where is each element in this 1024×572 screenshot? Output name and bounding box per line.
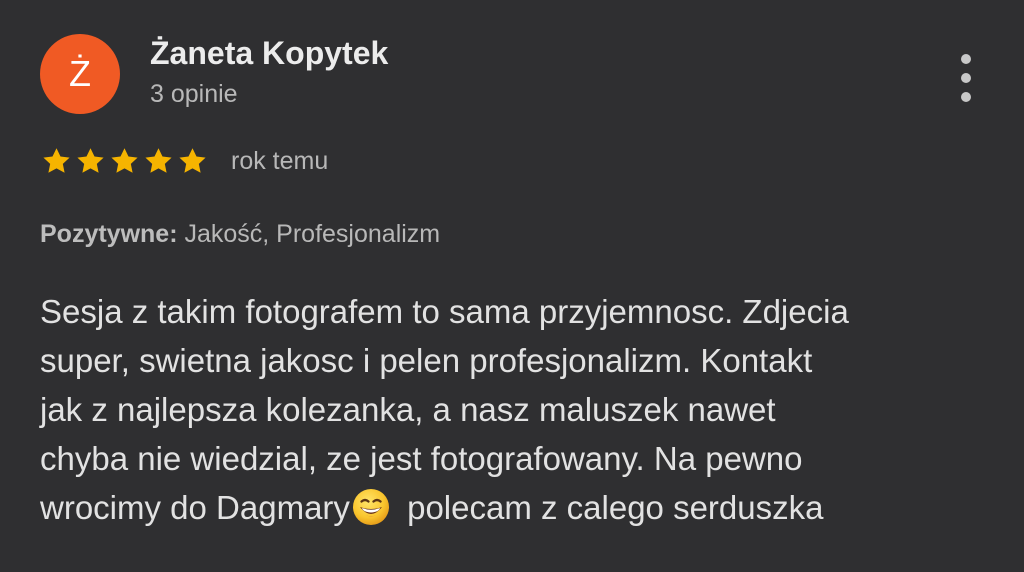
review-text: Sesja z takim fotografem to sama przyjem… [40,287,1000,532]
star-rating [40,145,209,178]
more-vertical-icon[interactable] [948,54,984,102]
star-icon [111,147,138,173]
review-time: rok temu [231,146,329,175]
review-text-line-3: jak z najlepsza kolezanka, a nasz malusz… [40,391,776,428]
menu-dot-middle [961,73,971,83]
avatar[interactable]: Ż [40,34,120,114]
positive-aspects: Pozytywne: Jakość, Profesjonalizm [40,219,440,249]
review-text-line-5-end: polecam z calego serduszka [397,489,824,526]
star-icon [43,147,70,173]
review-text-line-2: super, swietna jakosc i pelen profesjona… [40,342,813,379]
positive-values: Jakość, Profesjonalizm [177,220,441,248]
author-name[interactable]: Żaneta Kopytek [150,34,388,72]
rating-row: rok temu [40,142,328,180]
positive-label: Pozytywne: [40,220,178,248]
review-text-line-1: Sesja z takim fotografem to sama przyjem… [40,293,849,330]
grinning-face-icon [351,487,391,527]
review-text-line-4: chyba nie wiedzial, ze jest fotografowan… [40,440,803,477]
menu-dot-top [961,54,971,64]
menu-dot-bottom [961,92,971,102]
review-text-line-5-start: wrocimy do Dagmary [40,489,350,526]
author-info: Żaneta Kopytek 3 opinie [150,34,710,114]
star-icon [77,147,104,173]
review-header: Ż Żaneta Kopytek 3 opinie [40,34,984,114]
reviews-count[interactable]: 3 opinie [150,79,238,109]
star-icon [179,147,206,173]
star-icon [145,147,172,173]
avatar-initial: Ż [69,53,91,94]
review-card: Ż Żaneta Kopytek 3 opinie rok temu Pozyt… [0,0,1024,572]
